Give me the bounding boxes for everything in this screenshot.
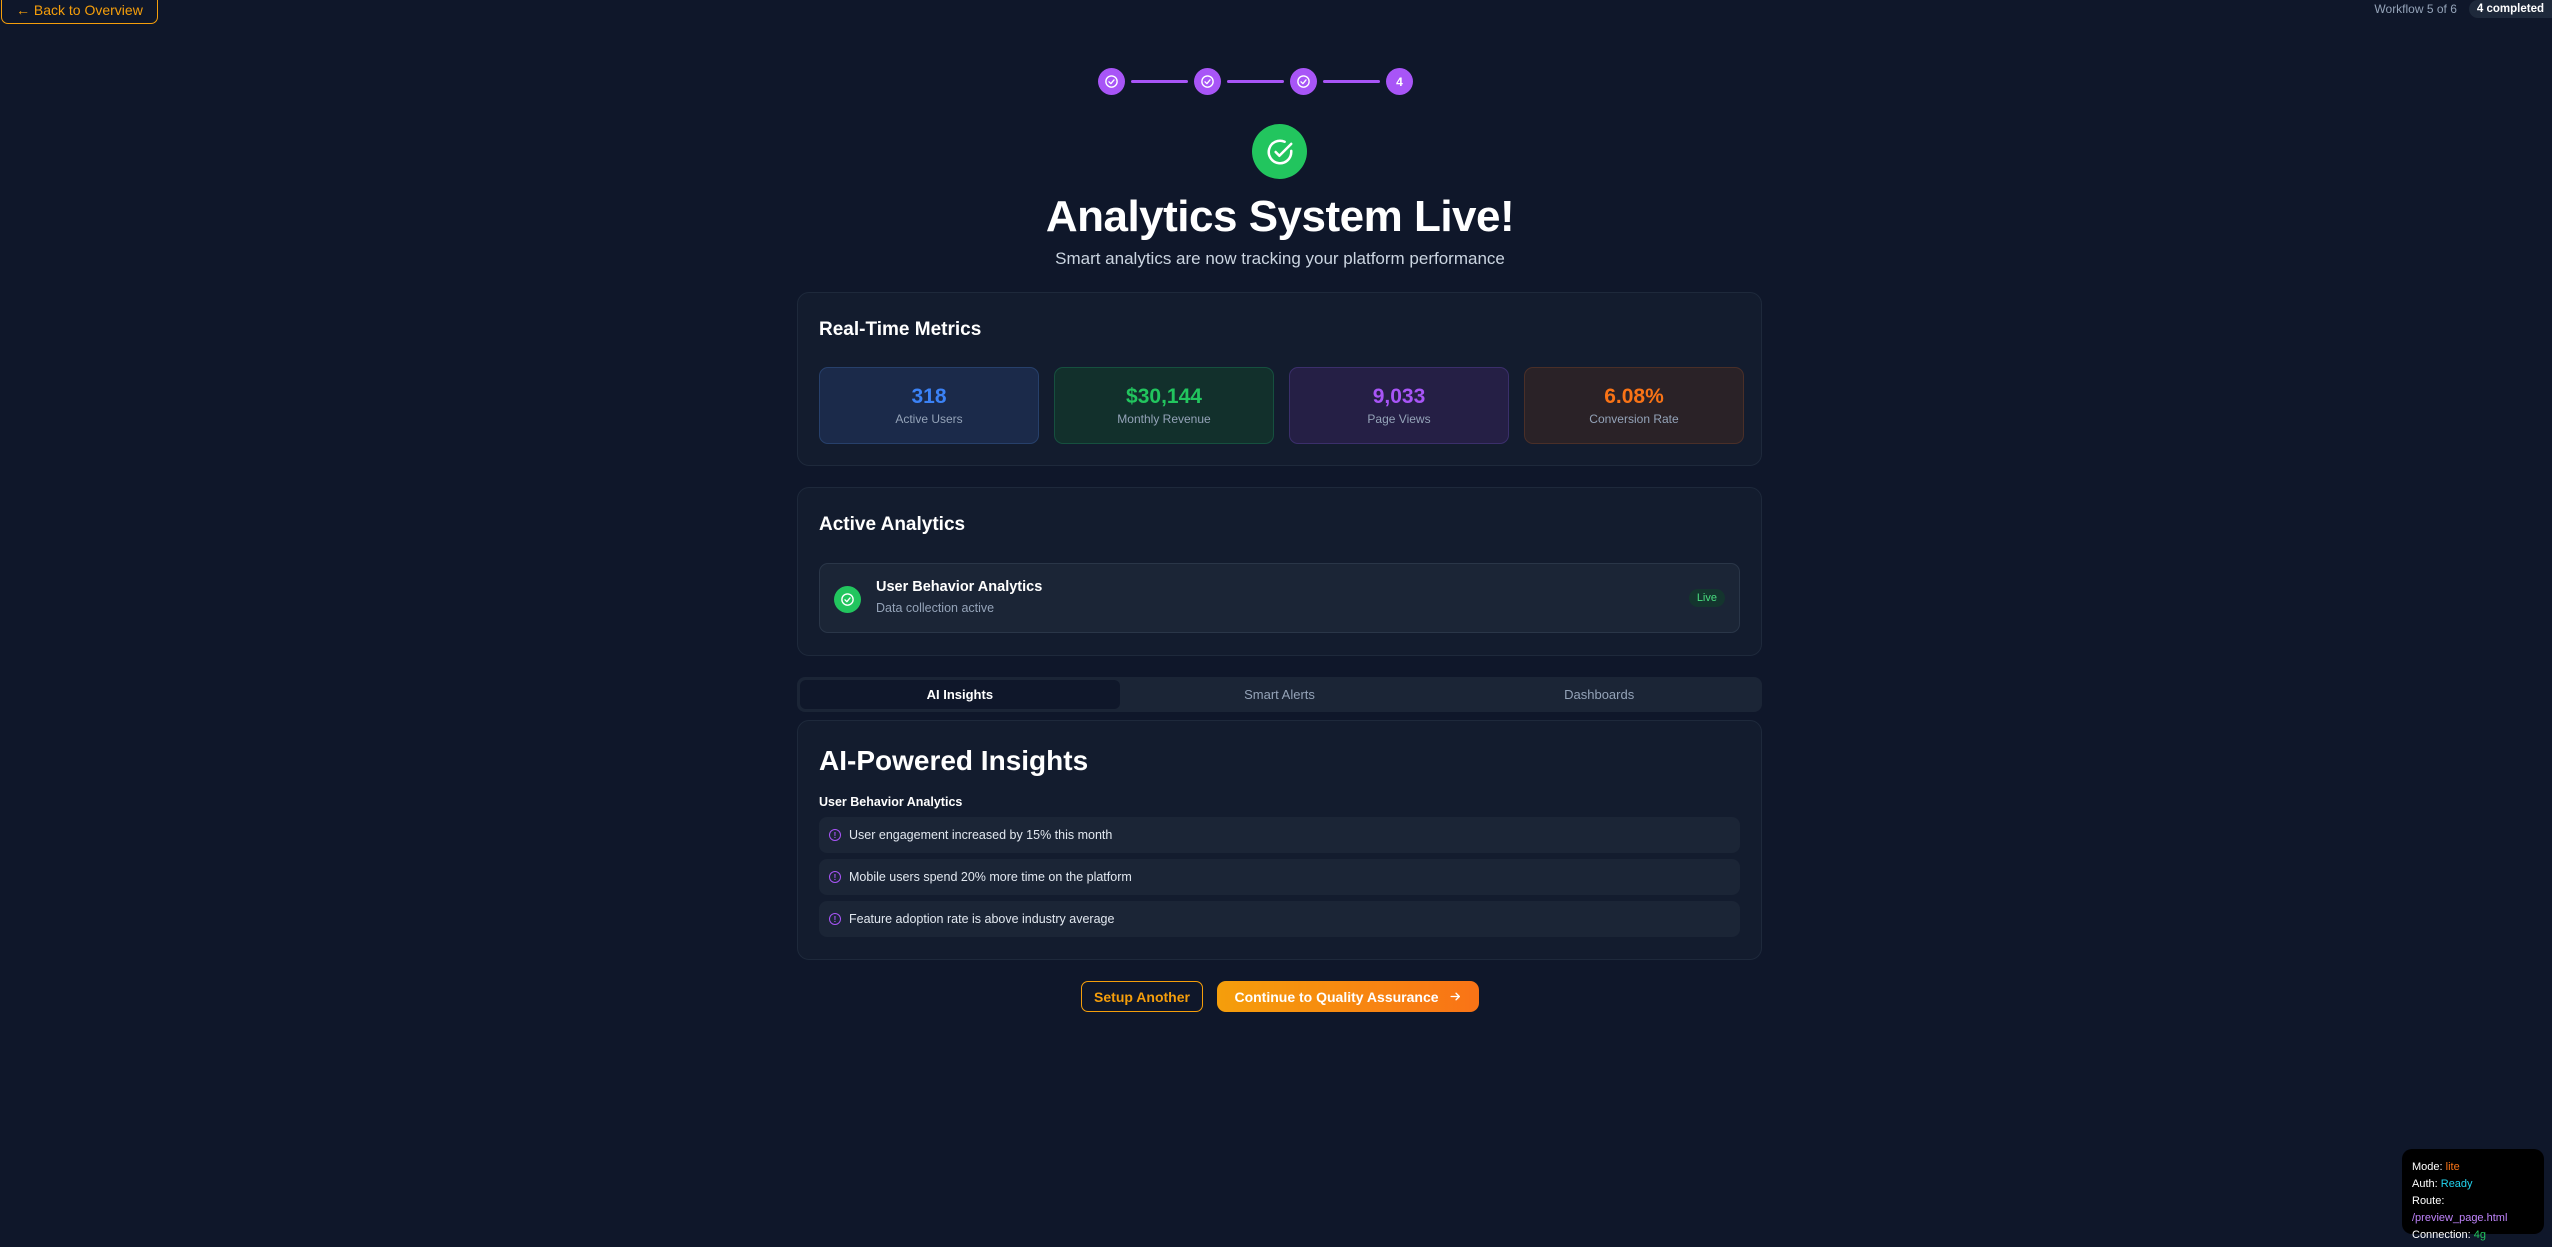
analytics-item-name: User Behavior Analytics xyxy=(876,579,1043,595)
metric-page-views: 9,033 Page Views xyxy=(1289,367,1509,444)
debug-connection-label: Connection: xyxy=(2412,1229,2471,1241)
insights-tabs: AI Insights Smart Alerts Dashboards xyxy=(797,677,1762,712)
back-label: ← Back to Overview xyxy=(16,2,143,18)
info-icon: ! xyxy=(829,829,841,841)
insight-item: ! Mobile users spend 20% more time on th… xyxy=(819,859,1740,895)
debug-auth-row: Auth: Ready xyxy=(2412,1176,2534,1193)
continue-label: Continue to Quality Assurance xyxy=(1234,988,1439,1005)
analytics-item-status: Data collection active xyxy=(876,601,995,615)
workflow-status: Workflow 5 of 6 4 completed xyxy=(2374,0,2552,19)
completed-badge: 4 completed xyxy=(2468,0,2552,18)
analytics-item-user-behavior[interactable]: User Behavior Analytics Data collection … xyxy=(819,563,1740,633)
insight-text: Feature adoption rate is above industry … xyxy=(849,912,1115,926)
metric-label: Monthly Revenue xyxy=(1117,412,1211,426)
check-icon xyxy=(1201,75,1214,88)
debug-route-value: /preview_page.html xyxy=(2412,1212,2508,1224)
metric-value: 318 xyxy=(911,385,947,408)
info-icon: ! xyxy=(829,913,841,925)
tab-smart-alerts[interactable]: Smart Alerts xyxy=(1120,680,1440,709)
insight-text: Mobile users spend 20% more time on the … xyxy=(849,870,1132,884)
step-2-complete xyxy=(1194,68,1221,95)
step-4-current: 4 xyxy=(1386,68,1413,95)
metric-label: Page Views xyxy=(1367,412,1431,426)
check-circle-icon xyxy=(834,586,861,613)
insight-item: ! Feature adoption rate is above industr… xyxy=(819,901,1740,937)
debug-mode-row: Mode: lite xyxy=(2412,1159,2534,1176)
step-connector xyxy=(1323,80,1380,83)
continue-button[interactable]: Continue to Quality Assurance xyxy=(1217,981,1479,1012)
tab-dashboards[interactable]: Dashboards xyxy=(1439,680,1759,709)
step-connector xyxy=(1227,80,1284,83)
setup-another-button[interactable]: Setup Another xyxy=(1081,981,1203,1012)
active-analytics-title: Active Analytics xyxy=(819,514,966,535)
step-1-complete xyxy=(1098,68,1125,95)
insight-item: ! User engagement increased by 15% this … xyxy=(819,817,1740,853)
metric-value: 6.08% xyxy=(1604,385,1664,408)
debug-auth-label: Auth: xyxy=(2412,1178,2438,1190)
debug-connection-row: Connection: 4g xyxy=(2412,1227,2534,1244)
debug-route-row: Route: /preview_page.html xyxy=(2412,1193,2534,1227)
progress-stepper: 4 xyxy=(1098,68,1413,95)
insight-text: User engagement increased by 15% this mo… xyxy=(849,828,1113,842)
tab-ai-insights[interactable]: AI Insights xyxy=(800,680,1120,709)
live-badge: Live xyxy=(1688,589,1725,607)
check-icon xyxy=(1105,75,1118,88)
metric-active-users: 318 Active Users xyxy=(819,367,1039,444)
step-connector xyxy=(1131,80,1188,83)
real-time-metrics-card: Real-Time Metrics 318 Active Users $30,1… xyxy=(797,292,1762,466)
debug-panel: Mode: lite Auth: Ready Route: /preview_p… xyxy=(2402,1149,2544,1241)
back-to-overview-button[interactable]: ← Back to Overview xyxy=(1,0,158,24)
page-title: Analytics System Live! xyxy=(1045,192,1515,241)
debug-mode-label: Mode: xyxy=(2412,1161,2443,1173)
workflow-progress-label: Workflow 5 of 6 xyxy=(2374,2,2457,16)
metrics-grid: 318 Active Users $30,144 Monthly Revenue… xyxy=(819,367,1744,444)
ai-insights-panel: AI-Powered Insights User Behavior Analyt… xyxy=(797,720,1762,960)
debug-connection-value: 4g xyxy=(2473,1229,2487,1241)
metric-label: Active Users xyxy=(895,412,963,426)
metric-value: 9,033 xyxy=(1372,385,1426,408)
setup-another-label: Setup Another xyxy=(1094,988,1190,1005)
insights-title: AI-Powered Insights xyxy=(819,745,1089,776)
metric-value: $30,144 xyxy=(1126,385,1202,408)
debug-route-label: Route: xyxy=(2412,1195,2445,1207)
debug-auth-value: Ready xyxy=(2440,1178,2473,1190)
info-icon: ! xyxy=(829,871,841,883)
debug-mode-value: lite xyxy=(2445,1161,2460,1173)
metrics-title: Real-Time Metrics xyxy=(819,319,982,340)
active-analytics-card: Active Analytics User Behavior Analytics… xyxy=(797,487,1762,656)
check-circle-icon xyxy=(1252,124,1307,179)
check-icon xyxy=(1297,75,1310,88)
step-3-complete xyxy=(1290,68,1317,95)
metric-conversion-rate: 6.08% Conversion Rate xyxy=(1524,367,1744,444)
metric-label: Conversion Rate xyxy=(1589,412,1679,426)
insights-subtitle: User Behavior Analytics xyxy=(819,795,963,809)
metric-monthly-revenue: $30,144 Monthly Revenue xyxy=(1054,367,1274,444)
arrow-right-icon xyxy=(1450,992,1460,1001)
page-subtitle: Smart analytics are now tracking your pl… xyxy=(1055,249,1505,268)
